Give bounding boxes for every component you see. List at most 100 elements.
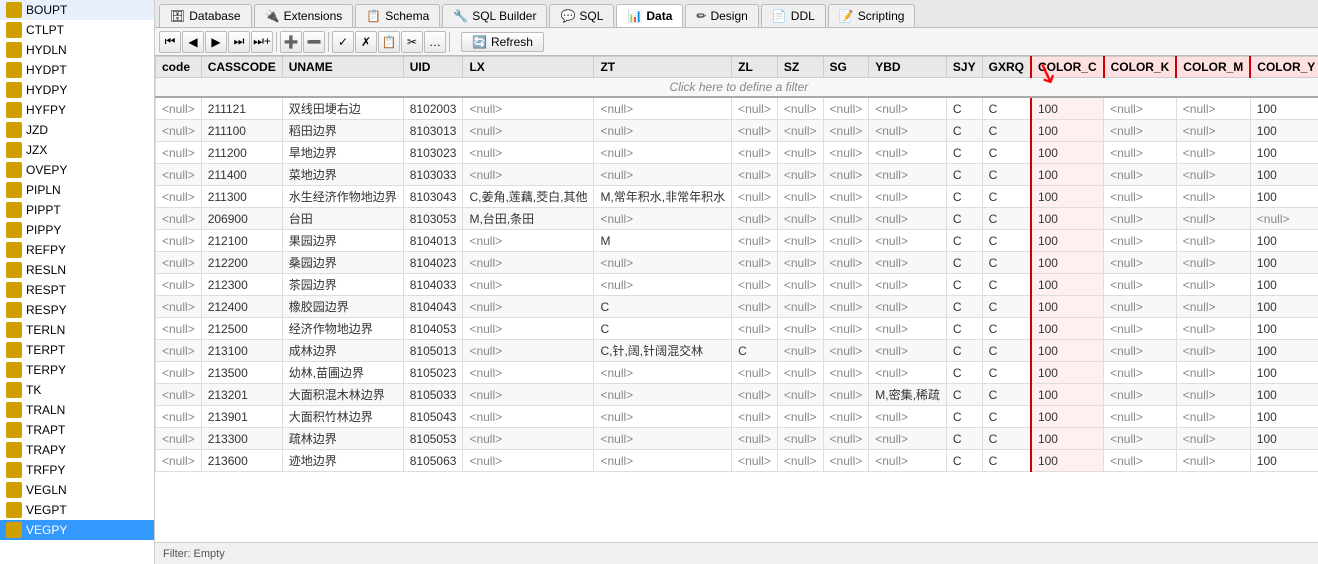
sidebar-item-pipln[interactable]: PIPLN [0, 180, 154, 200]
delete-row-btn[interactable]: ➖ [303, 31, 325, 53]
table-row[interactable]: <null>213600迹地边界8105063<null><null><null… [156, 450, 1318, 472]
copy-btn[interactable]: 📋 [378, 31, 400, 53]
sidebar-item-terln[interactable]: TERLN [0, 320, 154, 340]
add-row-btn[interactable]: ➕ [280, 31, 302, 53]
table-row[interactable]: <null>212400橡胶园边界8104043<null>C<null><nu… [156, 296, 1318, 318]
null-value: <null> [1183, 102, 1216, 116]
sidebar-item-respt[interactable]: RESPT [0, 280, 154, 300]
sidebar-item-pippt[interactable]: PIPPT [0, 200, 154, 220]
table-row[interactable]: <null>213201大面积混木林边界8105033<null><null><… [156, 384, 1318, 406]
col-header-uid[interactable]: UID [403, 57, 463, 78]
col-header-sg[interactable]: SG [823, 57, 869, 78]
col-header-color_k[interactable]: COLOR_K [1104, 57, 1177, 78]
table-row[interactable]: <null>211100稻田边界8103013<null><null><null… [156, 120, 1318, 142]
col-header-color_y[interactable]: COLOR_Y [1250, 57, 1318, 78]
table-cell: <null> [156, 142, 202, 164]
sidebar-item-trapy[interactable]: TRAPY [0, 440, 154, 460]
sidebar-item-ctlpt[interactable]: CTLPT [0, 20, 154, 40]
null-value: <null> [1183, 432, 1216, 446]
table-row[interactable]: <null>212300茶园边界8104033<null><null><null… [156, 274, 1318, 296]
sidebar-item-hydpy[interactable]: HYDPY [0, 80, 154, 100]
sidebar-item-respy[interactable]: RESPY [0, 300, 154, 320]
table-row[interactable]: <null>211400菜地边界8103033<null><null><null… [156, 164, 1318, 186]
table-cell: <null> [1104, 252, 1177, 274]
last-btn[interactable]: ⏭ [228, 31, 250, 53]
col-header-casscode[interactable]: CASSCODE [201, 57, 282, 78]
col-header-color_c[interactable]: COLOR_C [1031, 57, 1104, 78]
sidebar-item-vegpt[interactable]: VEGPT [0, 500, 154, 520]
next-btn[interactable]: ▶ [205, 31, 227, 53]
tab-database[interactable]: 🗄Database [159, 4, 252, 27]
sidebar-item-pippy[interactable]: PIPPY [0, 220, 154, 240]
col-header-code[interactable]: code [156, 57, 202, 78]
table-row[interactable]: <null>211200旱地边界8103023<null><null><null… [156, 142, 1318, 164]
refresh-button[interactable]: 🔄Refresh [461, 32, 544, 52]
table-row[interactable]: <null>206900台田8103053M,台田,条田<null><null>… [156, 208, 1318, 230]
tab-scripting[interactable]: 📝Scripting [828, 4, 916, 27]
sidebar-item-ovepy[interactable]: OVEPY [0, 160, 154, 180]
sidebar-item-jzd[interactable]: JZD [0, 120, 154, 140]
col-header-zt[interactable]: ZT [594, 57, 732, 78]
table-row[interactable]: <null>213300疏林边界8105053<null><null><null… [156, 428, 1318, 450]
tab-ddl[interactable]: 📄DDL [761, 4, 826, 27]
col-header-ybd[interactable]: YBD [869, 57, 947, 78]
table-cell: 8103023 [403, 142, 463, 164]
sidebar-item-terpt[interactable]: TERPT [0, 340, 154, 360]
table-row[interactable]: <null>213500幼林,苗圃边界8105023<null><null><n… [156, 362, 1318, 384]
table-row[interactable]: <null>211300水生经济作物地边界8103043C,姜角,莲藕,茭白,其… [156, 186, 1318, 208]
table-row[interactable]: <null>213100成林边界8105013<null>C,针,阔,针阔混交林… [156, 340, 1318, 362]
col-header-uname[interactable]: UNAME [282, 57, 403, 78]
null-value: <null> [469, 300, 502, 314]
table-row[interactable]: <null>212200桑园边界8104023<null><null><null… [156, 252, 1318, 274]
prev-btn[interactable]: ◀ [182, 31, 204, 53]
data-toolbar: ⏮◀▶⏭⏭+ ➕➖ ✓✗📋✂… 🔄Refresh [155, 28, 1318, 56]
sidebar-item-jzx[interactable]: JZX [0, 140, 154, 160]
sidebar-item-resln[interactable]: RESLN [0, 260, 154, 280]
first-btn[interactable]: ⏮ [159, 31, 181, 53]
sidebar-item-hydln[interactable]: HYDLN [0, 40, 154, 60]
sidebar-item-traln[interactable]: TRALN [0, 400, 154, 420]
tab-extensions[interactable]: 🔌Extensions [254, 4, 354, 27]
col-header-zl[interactable]: ZL [732, 57, 778, 78]
tab-schema[interactable]: 📋Schema [355, 4, 440, 27]
tab-data[interactable]: 📊Data [616, 4, 683, 27]
col-header-gxrq[interactable]: GXRQ [982, 57, 1031, 78]
sidebar-item-trapt[interactable]: TRAPT [0, 420, 154, 440]
confirm-btn[interactable]: ✓ [332, 31, 354, 53]
table-row[interactable]: <null>211121双线田埂右边8102003<null><null><nu… [156, 97, 1318, 120]
cancel-edit-btn[interactable]: ✗ [355, 31, 377, 53]
sidebar-item-label: RESLN [26, 263, 66, 277]
more-btn[interactable]: … [424, 31, 446, 53]
cut-btn[interactable]: ✂ [401, 31, 423, 53]
table-cell: 212400 [201, 296, 282, 318]
sidebar-item-refpy[interactable]: REFPY [0, 240, 154, 260]
table-cell: <null> [1176, 186, 1250, 208]
table-cell: 100 [1031, 97, 1104, 120]
tab-sql[interactable]: 💬SQL [549, 4, 614, 27]
sidebar-item-boupt[interactable]: BOUPT [0, 0, 154, 20]
sidebar-item-hyfpy[interactable]: HYFPY [0, 100, 154, 120]
table-row[interactable]: <null>213901大面积竹林边界8105043<null><null><n… [156, 406, 1318, 428]
sidebar-item-vegln[interactable]: VEGLN [0, 480, 154, 500]
tab-sql-builder[interactable]: 🔧SQL Builder [442, 4, 547, 27]
col-header-sjy[interactable]: SJY [946, 57, 982, 78]
sidebar-item-tk[interactable]: TK [0, 380, 154, 400]
filter-hint[interactable]: Click here to define a filter [156, 78, 1318, 98]
sidebar-item-hydpt[interactable]: HYDPT [0, 60, 154, 80]
tab-design[interactable]: ✏Design [685, 4, 758, 27]
sidebar-item-terpy[interactable]: TERPY [0, 360, 154, 380]
col-header-lx[interactable]: LX [463, 57, 594, 78]
table-cell: <null> [777, 384, 823, 406]
col-header-sz[interactable]: SZ [777, 57, 823, 78]
table-row[interactable]: <null>212500经济作物地边界8104053<null>C<null><… [156, 318, 1318, 340]
table-cell: <null> [1176, 428, 1250, 450]
null-value: <null> [1183, 344, 1216, 358]
sidebar-item-vegpy[interactable]: VEGPY [0, 520, 154, 540]
last-plus-btn[interactable]: ⏭+ [251, 31, 273, 53]
table-row[interactable]: <null>212100果园边界8104013<null>M<null><nul… [156, 230, 1318, 252]
col-header-color_m[interactable]: COLOR_M [1176, 57, 1250, 78]
sidebar-item-trfpy[interactable]: TRFPY [0, 460, 154, 480]
table-cell: <null> [1104, 406, 1177, 428]
table-cell: C [946, 384, 982, 406]
table-area[interactable]: ↘ codeCASSCODEUNAMEUIDLXZTZLSZSGYBDSJYGX… [155, 56, 1318, 542]
